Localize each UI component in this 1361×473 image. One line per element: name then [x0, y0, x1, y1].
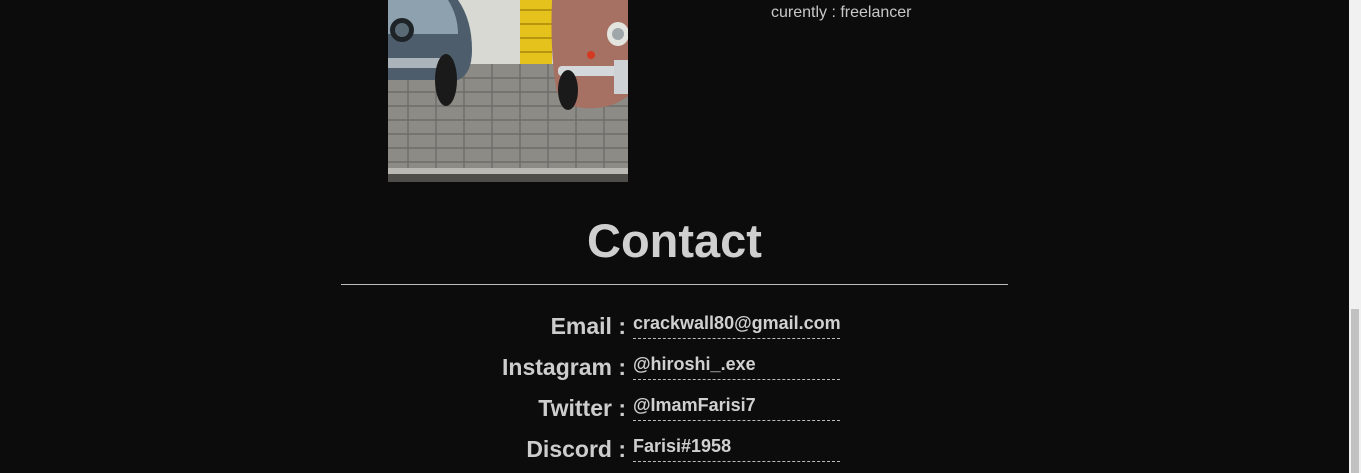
discord-field[interactable]: Farisi#1958	[633, 434, 840, 462]
twitter-field[interactable]: @ImamFarisi7	[633, 393, 840, 421]
email-field[interactable]: crackwall80@gmail.com	[633, 311, 841, 339]
scrollbar-thumb[interactable]	[1351, 309, 1359, 473]
contact-divider	[341, 284, 1008, 285]
vertical-scrollbar[interactable]	[1349, 0, 1361, 473]
profile-photo	[388, 0, 628, 182]
contact-row-email: Email : crackwall80@gmail.com	[341, 311, 1008, 351]
contact-row-instagram: Instagram : @hiroshi_.exe	[341, 352, 1008, 392]
contact-heading: Contact	[587, 214, 762, 267]
page: curently : freelancer Contact Email : cr…	[0, 0, 1361, 473]
contact-row-twitter: Twitter : @ImamFarisi7	[341, 393, 1008, 433]
contact-row-discord: Discord : Farisi#1958	[341, 434, 1008, 473]
twitter-label: Twitter :	[538, 395, 626, 421]
instagram-field[interactable]: @hiroshi_.exe	[633, 352, 840, 380]
current-job-text: curently : freelancer	[771, 4, 912, 21]
email-label: Email :	[550, 313, 626, 339]
discord-label: Discord :	[526, 436, 626, 462]
instagram-label: Instagram :	[502, 354, 626, 380]
